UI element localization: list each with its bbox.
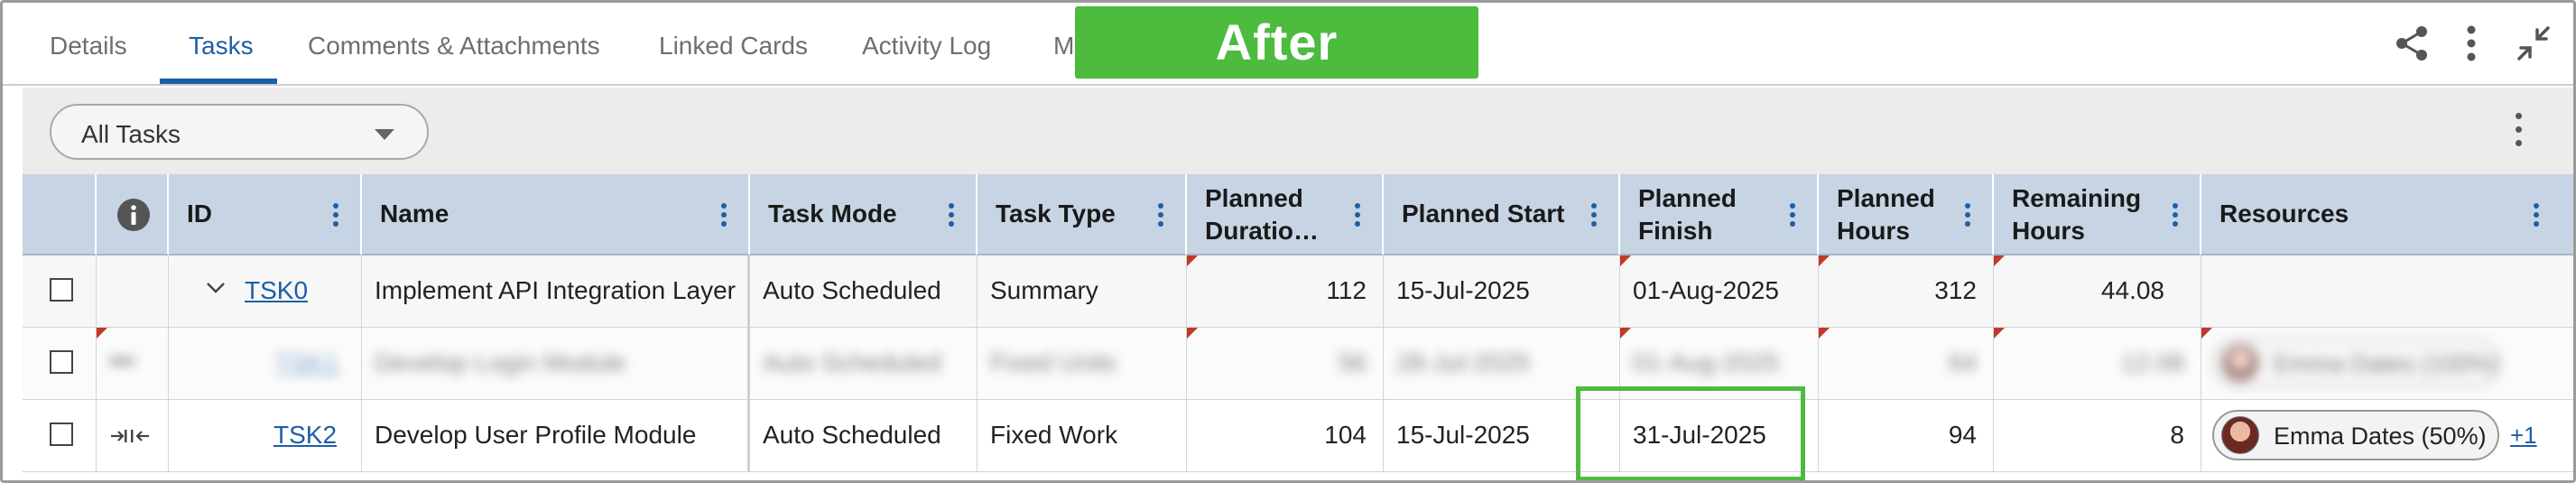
column-menu-icon[interactable] [721,203,727,227]
row-task-type-cell: Fixed Units [978,328,1187,400]
row-planned-finish-cell: 01-Aug-2025 [1620,255,1819,328]
task-panel: Details Tasks Comments & Attachments Lin… [0,0,2576,483]
row-name-cell: Develop User Profile Module [362,400,750,472]
active-tab-indicator [160,79,277,84]
chevron-down-icon[interactable] [205,281,227,295]
modified-flag-icon [1819,255,1830,266]
header-task-type[interactable]: Task Type [978,174,1187,255]
task-filter-value: All Tasks [81,120,181,148]
modified-flag-icon [1187,328,1198,339]
header-select-column [23,174,97,255]
header-resources[interactable]: Resources [2201,174,2573,255]
task-id-link[interactable]: TSK0 [245,276,308,305]
row-resources-cell: Emma Dates (100%) [2201,328,2573,400]
row-info-cell [97,255,169,328]
row-planned-hours-cell: 64 [1819,328,1994,400]
resource-chip[interactable]: Emma Dates (100%) [2212,338,2500,388]
dependency-link-icon [111,430,149,442]
grid-options-icon[interactable] [2514,113,2523,149]
header-remaining-hours[interactable]: Remaining Hours [1994,174,2201,255]
table-row [23,328,97,400]
row-task-type-cell: Summary [978,255,1187,328]
row-task-mode-cell: Auto Scheduled [750,255,978,328]
tab-bar: Details Tasks Comments & Attachments Lin… [3,3,2573,86]
modified-flag-icon [1994,255,2005,266]
column-menu-icon[interactable] [1158,203,1163,227]
header-info-column [97,174,169,255]
header-task-mode[interactable]: Task Mode [750,174,978,255]
header-name[interactable]: Name [362,174,750,255]
header-planned-finish[interactable]: Planned Finish [1620,174,1819,255]
resource-chip[interactable]: Emma Dates (50%) [2212,410,2499,460]
task-id-link[interactable]: TSK1 [275,348,338,377]
modified-flag-icon [1620,255,1631,266]
tasks-grid: ID Name Task Mode Task Type Planned Dura… [23,174,2573,480]
modified-flag-icon [1187,255,1198,266]
column-menu-icon[interactable] [1965,203,1970,227]
change-highlight-box [1576,386,1805,480]
header-planned-duration[interactable]: Planned Duratio… [1187,174,1384,255]
tab-details[interactable]: Details [50,32,127,60]
info-icon[interactable] [116,198,151,232]
modified-flag-icon [1819,328,1830,339]
column-menu-icon[interactable] [1790,203,1795,227]
modified-flag-icon [1994,328,2005,339]
table-row [23,400,97,472]
row-info-cell [97,328,169,400]
modified-flag-icon [2201,328,2212,339]
share-icon[interactable] [2390,21,2435,66]
tab-linked-cards[interactable]: Linked Cards [659,32,808,60]
row-id-cell: TSK0 [169,255,362,328]
row-remaining-hours-cell: 44.08 [1994,255,2201,328]
row-resources-cell [2201,255,2573,328]
row-remaining-hours-cell: 8 [1994,400,2201,472]
modified-flag-icon [97,328,107,339]
collapse-icon[interactable] [2512,21,2557,66]
more-resources-link[interactable]: +1 [2510,422,2537,450]
row-task-mode-cell: Auto Scheduled [750,400,978,472]
row-checkbox[interactable] [50,350,73,374]
row-resources-cell: Emma Dates (50%) +1 [2201,400,2573,472]
tab-tasks[interactable]: Tasks [189,32,254,60]
row-planned-hours-cell: 312 [1819,255,1994,328]
row-remaining-hours-cell: 12.08 [1994,328,2201,400]
task-filter-dropdown[interactable]: All Tasks [50,104,429,160]
avatar [2221,344,2259,382]
table-row [23,255,97,328]
column-menu-icon[interactable] [1591,203,1597,227]
task-id-link[interactable]: TSK2 [273,421,337,450]
row-planned-start-cell: 15-Jul-2025 [1384,255,1620,328]
after-badge: After [1075,6,1478,79]
row-planned-duration-cell: 112 [1187,255,1384,328]
column-menu-icon[interactable] [2173,203,2178,227]
row-id-cell: TSK2 [169,400,362,472]
filter-bar: All Tasks [23,88,2573,174]
row-checkbox[interactable] [50,423,73,446]
row-checkbox[interactable] [50,278,73,302]
row-info-cell [97,400,169,472]
modified-flag-icon [1620,328,1631,339]
header-planned-start[interactable]: Planned Start [1384,174,1620,255]
row-name-cell: Develop Login Module [362,328,750,400]
header-planned-hours[interactable]: Planned Hours [1819,174,1994,255]
row-planned-duration-cell: 56 [1187,328,1384,400]
row-planned-duration-cell: 104 [1187,400,1384,472]
row-id-cell: TSK1 [169,328,362,400]
row-task-type-cell: Fixed Work [978,400,1187,472]
row-name-cell: Implement API Integration Layer [362,255,750,328]
row-planned-hours-cell: 94 [1819,400,1994,472]
tab-truncated[interactable]: M [1053,32,1074,60]
avatar [2221,416,2259,454]
column-menu-icon[interactable] [2534,203,2539,227]
row-task-mode-cell: Auto Scheduled [750,328,978,400]
tab-activity-log[interactable]: Activity Log [862,32,991,60]
more-vertical-icon[interactable] [2449,21,2494,66]
column-menu-icon[interactable] [1355,203,1360,227]
link-icon [109,357,134,366]
chevron-down-icon [375,129,394,140]
column-menu-icon[interactable] [333,203,338,227]
column-menu-icon[interactable] [949,203,954,227]
tab-comments-attachments[interactable]: Comments & Attachments [308,32,600,60]
header-id[interactable]: ID [169,174,362,255]
